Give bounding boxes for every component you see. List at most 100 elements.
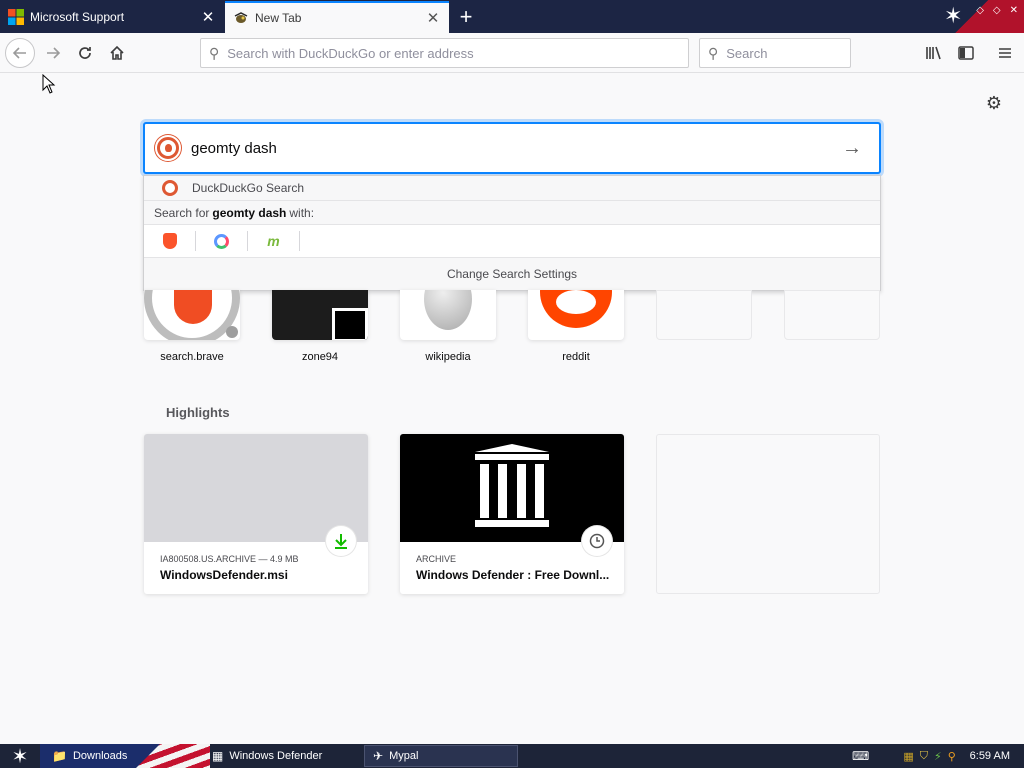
taskbar: ✶ 📁 Downloads ▦ Windows Defender ✈ Mypal… [0, 744, 1024, 768]
card-image [144, 434, 368, 542]
download-icon [326, 526, 356, 556]
forward-button[interactable] [38, 38, 68, 68]
duckduckgo-logo-icon [162, 180, 178, 196]
qwant-icon [214, 233, 229, 249]
library-button[interactable] [919, 38, 949, 68]
change-search-settings-label: Change Search Settings [446, 267, 578, 281]
card-meta: IA800508.US.ARCHIVE — 4.9 MB [160, 554, 299, 564]
star-icon: ✶ [11, 745, 29, 768]
close-tab-icon[interactable]: ✕ [198, 7, 218, 27]
library-icon [926, 46, 941, 60]
home-button[interactable] [102, 38, 132, 68]
search-suggestions-popup: DuckDuckGo Search Search for geomty dash… [143, 175, 881, 291]
sidebar-icon [958, 46, 974, 60]
back-arrow-icon [12, 47, 26, 59]
url-input[interactable] [227, 45, 688, 61]
search-query[interactable]: geomty dash [191, 140, 837, 157]
brave-search-button[interactable] [144, 231, 196, 251]
top-site-tile[interactable]: reddit [528, 290, 624, 363]
engine-suggestion-row[interactable]: DuckDuckGo Search [144, 176, 880, 201]
search-for-prefix: Search for [154, 205, 210, 220]
reddit-logo-icon [528, 290, 624, 340]
reload-icon [79, 47, 91, 59]
top-sites: search.brave zone94 wikipedia reddit [143, 290, 883, 368]
back-button[interactable] [5, 38, 35, 68]
empty-thumbnail [656, 290, 752, 340]
top-site-tile-empty[interactable] [656, 290, 752, 351]
gear-icon[interactable]: ⚙ [984, 93, 1004, 113]
highlight-card[interactable]: IA800508.US.ARCHIVE — 4.9 MB WindowsDefe… [144, 434, 368, 594]
tab-title: New Tab [255, 11, 302, 25]
top-site-tile[interactable]: search.brave [144, 290, 240, 363]
top-site-tile[interactable]: zone94 [272, 290, 368, 363]
top-site-tile[interactable]: wikipedia [400, 290, 496, 363]
tab-title: Microsoft Support [30, 10, 125, 24]
menu-button[interactable] [990, 38, 1020, 68]
start-button[interactable]: ✶ [0, 744, 40, 768]
microsoft-logo-icon [8, 9, 24, 25]
duckduckgo-logo-icon [155, 135, 181, 161]
brave-logo-icon [144, 290, 240, 340]
tab-new-tab[interactable]: New Tab ✕ [225, 1, 449, 33]
new-tab-page: ⚙ geomty dash → DuckDuckGo Search Search… [0, 74, 1024, 744]
close-tab-icon[interactable]: ✕ [423, 8, 443, 28]
reload-button[interactable] [70, 38, 100, 68]
wikipedia-logo-icon [400, 290, 496, 340]
change-search-settings-button[interactable]: Change Search Settings [144, 258, 880, 290]
search-bar[interactable]: ⚲ [699, 38, 851, 68]
close-window-icon[interactable]: ✕ [1010, 5, 1018, 16]
search-for-row: Search for geomty dash with: [144, 201, 880, 225]
top-site-tile-empty[interactable] [784, 290, 880, 351]
keyboard-icon[interactable]: ⌨ [852, 749, 869, 763]
folder-icon: 📁 [52, 749, 67, 763]
mypal-logo-icon [234, 12, 248, 23]
highlight-card-empty [656, 434, 880, 594]
mojeek-icon: m [267, 233, 280, 249]
top-site-label: wikipedia [425, 351, 471, 363]
mojeek-search-button[interactable]: m [248, 231, 300, 251]
sidebar-button[interactable] [951, 38, 981, 68]
forward-arrow-icon [47, 47, 61, 59]
taskbar-item-label: Windows Defender [229, 750, 323, 762]
network-icon[interactable]: ⚡ [934, 750, 942, 763]
card-title: Windows Defender : Free Downl... [416, 568, 610, 582]
taskbar-item-downloads[interactable]: 📁 Downloads [44, 745, 204, 767]
tab-microsoft-support[interactable]: Microsoft Support ✕ [0, 1, 224, 33]
taskbar-item-windows-defender[interactable]: ▦ Windows Defender [204, 745, 354, 767]
taskbar-item-label: Downloads [72, 750, 128, 762]
hamburger-menu-icon [999, 48, 1011, 58]
nav-toolbar: ⚲ ⚲ [0, 33, 1024, 73]
top-site-label: reddit [562, 351, 590, 363]
minimize-window-icon[interactable]: ◇ [976, 5, 984, 16]
card-image [400, 434, 624, 542]
engine-suggestion-label: DuckDuckGo Search [192, 181, 305, 195]
page-search-box[interactable]: geomty dash → [143, 122, 881, 174]
mouse-pointer-icon [42, 74, 56, 94]
taskbar-item-label: Mypal [389, 750, 419, 762]
maximize-window-icon[interactable]: ◇ [993, 5, 1001, 16]
new-tab-button[interactable]: + [452, 4, 480, 30]
archive-building-icon [475, 444, 549, 527]
search-tray-icon[interactable]: ⚲ [948, 750, 956, 763]
highlights-heading: Highlights [166, 405, 230, 420]
search-input[interactable] [726, 45, 850, 61]
defender-tray-icon[interactable]: ▦ [903, 750, 913, 763]
highlight-card[interactable]: ARCHIVE Windows Defender : Free Downl... [400, 434, 624, 594]
search-for-term: geomty dash [212, 205, 287, 220]
top-site-label: search.brave [160, 351, 224, 363]
url-bar[interactable]: ⚲ [200, 38, 689, 68]
brave-icon [162, 233, 177, 249]
defender-castle-icon: ▦ [212, 749, 224, 763]
shield-icon[interactable]: ⛉ [920, 750, 928, 763]
empty-thumbnail [784, 290, 880, 340]
top-site-label: zone94 [301, 351, 339, 363]
qwant-search-button[interactable] [196, 231, 248, 251]
clock[interactable]: 6:59 AM [970, 750, 1010, 762]
star-icon: ✶ [944, 3, 963, 28]
taskbar-item-mypal[interactable]: ✈ Mypal [364, 745, 518, 767]
search-icon: ⚲ [708, 44, 719, 61]
arrow-right-icon[interactable]: → [837, 133, 867, 163]
system-tray: ⌨ ▦ ⛉ ⚡ ⚲ 6:59 AM [844, 744, 1024, 768]
clock-icon [582, 526, 612, 556]
home-icon [110, 45, 124, 60]
